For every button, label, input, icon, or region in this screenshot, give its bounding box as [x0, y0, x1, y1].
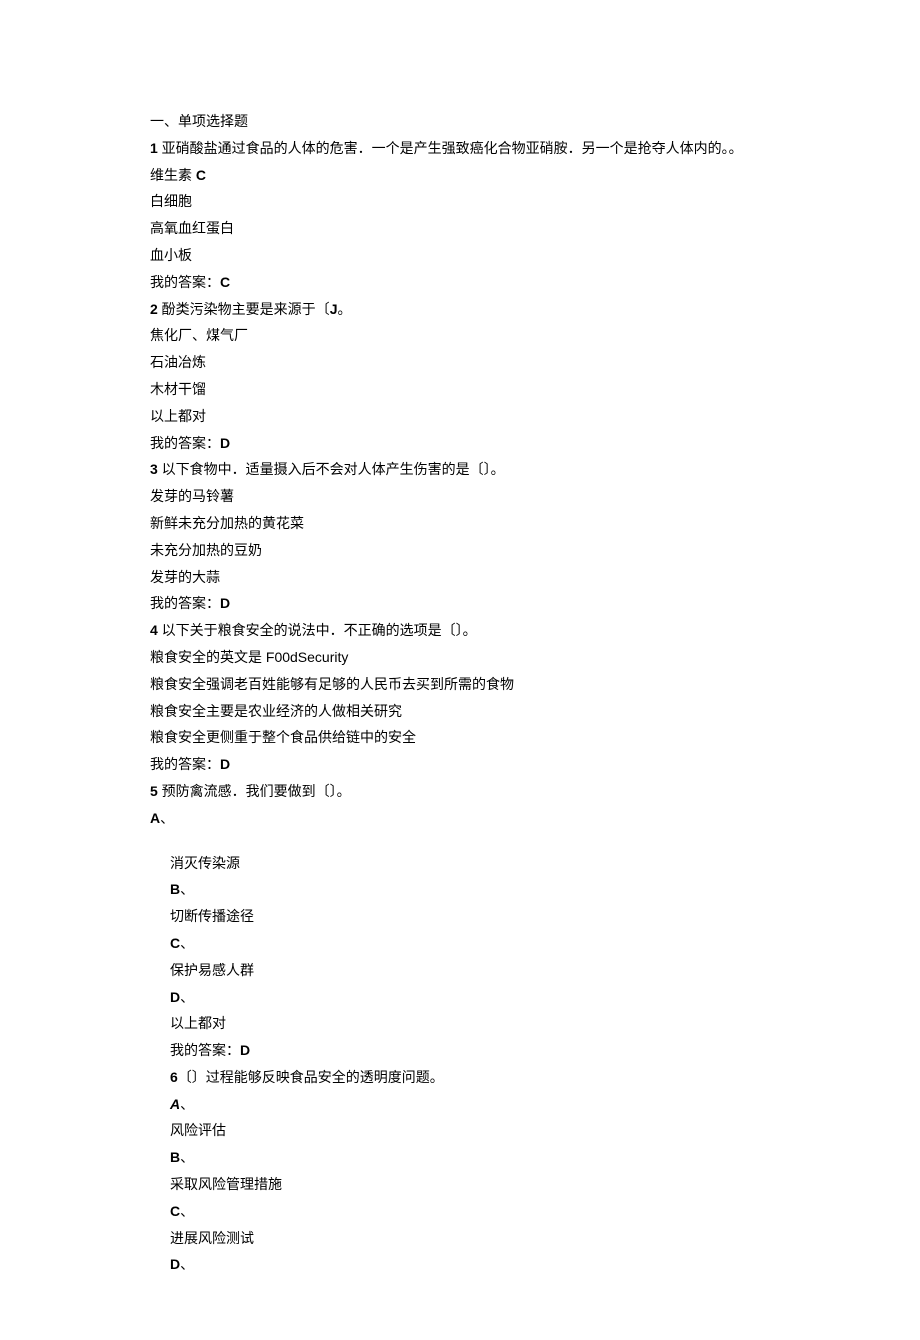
q1-optA-bold: C — [196, 167, 206, 183]
q1-optA: 维生素 C — [150, 164, 790, 188]
q6-lblB-punc: 、 — [180, 1149, 194, 1165]
q6-lblD-punc: 、 — [180, 1256, 194, 1272]
q4-answer: 我的答案：D — [150, 753, 790, 777]
q4-ans-value: D — [220, 756, 230, 772]
q5-ans-label: 我的答案： — [170, 1042, 240, 1058]
q5-optA: 消灭传染源 — [150, 852, 790, 876]
q4-ans-label: 我的答案： — [150, 756, 220, 772]
q4-optB: 粮食安全强调老百姓能够有足够的人民币去买到所需的食物 — [150, 673, 790, 697]
q5-lblD: D、 — [150, 986, 790, 1010]
q5-lblD-letter: D — [170, 989, 180, 1005]
q5-lblC-letter: C — [170, 935, 180, 951]
q6-optB: 采取风险管理措施 — [150, 1173, 790, 1197]
q6-number: 6 — [170, 1069, 178, 1085]
q5-lblD-punc: 、 — [180, 989, 194, 1005]
q6-stem: 6〔〕过程能够反映食品安全的透明度问题。 — [150, 1066, 790, 1090]
q1-optD: 血小板 — [150, 244, 790, 268]
q5-optB: 切断传播途径 — [150, 905, 790, 929]
q5-optC: 保护易感人群 — [150, 959, 790, 983]
q6-optC: 进展风险测试 — [150, 1227, 790, 1251]
q5-text: 预防禽流感．我们要做到〔〕。 — [158, 783, 351, 799]
q3-stem: 3 以下食物中．适量摄入后不会对人体产生伤害的是〔〕。 — [150, 458, 790, 482]
q6-lblC-punc: 、 — [180, 1203, 194, 1219]
q2-optB: 石油冶炼 — [150, 351, 790, 375]
q4-number: 4 — [150, 622, 158, 638]
q2-optD: 以上都对 — [150, 405, 790, 429]
q6-lblB-letter: B — [170, 1149, 180, 1165]
q2-optA: 焦化厂、煤气厂 — [150, 324, 790, 348]
q2-text: 酚类污染物主要是来源于〔 — [158, 301, 330, 317]
q5-optD: 以上都对 — [150, 1012, 790, 1036]
q3-optA: 发芽的马铃薯 — [150, 485, 790, 509]
q1-optC: 高氧血红蛋白 — [150, 217, 790, 241]
q6-optA: 风险评估 — [150, 1119, 790, 1143]
q5-lblC-punc: 、 — [180, 935, 194, 951]
q5-lblA-letter: A — [150, 810, 160, 826]
q2-number: 2 — [150, 301, 158, 317]
q3-ans-value: D — [220, 595, 230, 611]
q6-lblA: A、 — [150, 1093, 790, 1117]
q1-ans-label: 我的答案： — [150, 274, 220, 290]
q4-optA: 粮食安全的英文是 F00dSecurity — [150, 646, 790, 670]
q4-text: 以下关于粮食安全的说法中．不正确的选项是〔〕。 — [158, 622, 477, 638]
q3-text: 以下食物中．适量摄入后不会对人体产生伤害的是〔〕。 — [158, 461, 505, 477]
q3-answer: 我的答案：D — [150, 592, 790, 616]
q5-lblC: C、 — [150, 932, 790, 956]
q1-optB: 白细胞 — [150, 190, 790, 214]
spacer — [150, 834, 790, 852]
q2-optC: 木材干馏 — [150, 378, 790, 402]
q6-lblA-punc: 、 — [180, 1096, 194, 1112]
q1-text: 亚硝酸盐通过食品的人体的危害．一个是产生强致癌化合物亚硝胺．另一个是抢夺人体内的… — [158, 140, 743, 156]
q2-tail: 。 — [337, 301, 351, 317]
q1-number: 1 — [150, 140, 158, 156]
q5-ans-value: D — [240, 1042, 250, 1058]
q6-lblD-letter: D — [170, 1256, 180, 1272]
q6-text: 〔〕过程能够反映食品安全的透明度问题。 — [178, 1069, 444, 1085]
q5-lblB-punc: 、 — [180, 881, 194, 897]
q5-stem: 5 预防禽流感．我们要做到〔〕。 — [150, 780, 790, 804]
q1-optA-pre: 维生素 — [150, 167, 196, 183]
q3-ans-label: 我的答案： — [150, 595, 220, 611]
q6-lblD: D、 — [150, 1253, 790, 1277]
q3-optB: 新鲜未充分加热的黄花菜 — [150, 512, 790, 536]
q5-answer: 我的答案：D — [150, 1039, 790, 1063]
q2-stem: 2 酚类污染物主要是来源于〔J。 — [150, 298, 790, 322]
section-header: 一、单项选择题 — [150, 110, 790, 134]
q2-ans-value: D — [220, 435, 230, 451]
q1-ans-value: C — [220, 274, 230, 290]
q5-lblA: A、 — [150, 807, 790, 831]
q2-ans-label: 我的答案： — [150, 435, 220, 451]
q3-optD: 发芽的大蒜 — [150, 566, 790, 590]
q5-lblA-punc: 、 — [160, 810, 174, 826]
q6-lblB: B、 — [150, 1146, 790, 1170]
q5-number: 5 — [150, 783, 158, 799]
q3-optC: 未充分加热的豆奶 — [150, 539, 790, 563]
q5-lblB-letter: B — [170, 881, 180, 897]
q4-optD: 粮食安全更侧重于整个食品供给链中的安全 — [150, 726, 790, 750]
q2-answer: 我的答案：D — [150, 432, 790, 456]
q6-lblC-letter: C — [170, 1203, 180, 1219]
q4-optC: 粮食安全主要是农业经济的人做相关研究 — [150, 700, 790, 724]
q4-stem: 4 以下关于粮食安全的说法中．不正确的选项是〔〕。 — [150, 619, 790, 643]
q1-answer: 我的答案：C — [150, 271, 790, 295]
q3-number: 3 — [150, 461, 158, 477]
q6-lblC: C、 — [150, 1200, 790, 1224]
q5-lblB: B、 — [150, 878, 790, 902]
q6-lblA-letter: A — [170, 1096, 180, 1112]
q1-stem: 1 亚硝酸盐通过食品的人体的危害．一个是产生强致癌化合物亚硝胺．另一个是抢夺人体… — [150, 137, 790, 161]
